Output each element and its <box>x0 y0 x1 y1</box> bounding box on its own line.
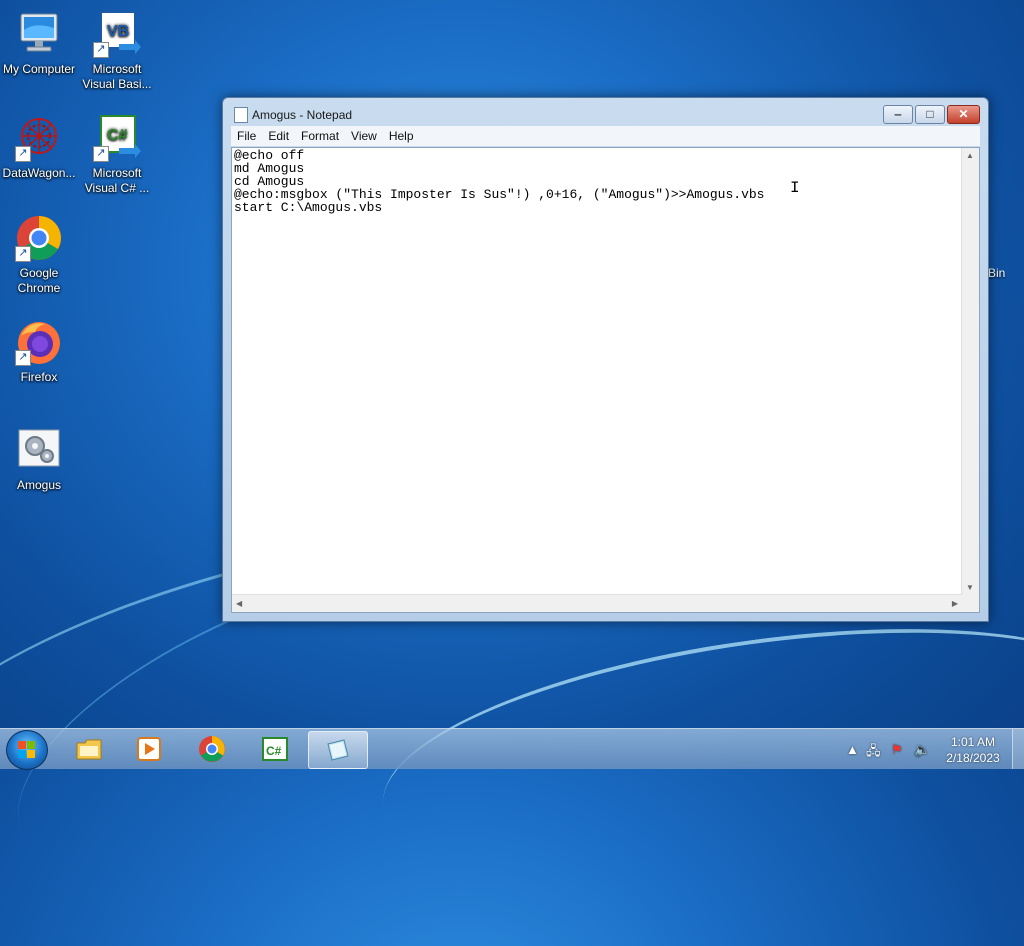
close-icon: ✕ <box>958 107 969 121</box>
desktop-icon-google-chrome[interactable]: ↗ Google Chrome <box>0 214 78 296</box>
taskbar-explorer-button[interactable] <box>60 731 118 767</box>
folder-icon <box>76 739 102 760</box>
show-desktop-button[interactable] <box>1012 729 1024 769</box>
desktop-icon-label: My Computer <box>2 62 76 76</box>
menu-edit[interactable]: Edit <box>262 126 295 146</box>
desktop-icon-label: Firefox <box>20 370 58 384</box>
window-titlebar[interactable]: Amogus - Notepad ‒ □ ✕ <box>223 98 988 128</box>
desktop-icon-visual-csharp[interactable]: C# ↗ Microsoft Visual C# ... <box>78 114 156 196</box>
start-button[interactable] <box>6 730 48 770</box>
desktop-icon-datawagon[interactable]: ↗ DataWagon... <box>0 114 78 181</box>
desktop-icon-label: Amogus <box>16 478 62 492</box>
menu-file[interactable]: File <box>231 126 262 146</box>
windows-logo-icon <box>18 741 36 759</box>
notepad-icon <box>234 107 248 123</box>
network-icon[interactable]: 🖧 <box>866 742 881 764</box>
svg-text:VB: VB <box>107 23 129 40</box>
visual-basic-icon: VB ↗ <box>93 10 141 58</box>
desktop-icon-label: Microsoft Visual Basi... <box>82 62 152 91</box>
svg-text:C#: C# <box>107 127 128 144</box>
scrollbar-corner <box>962 595 979 612</box>
batch-file-icon <box>15 426 63 474</box>
firefox-icon: ↗ <box>15 318 63 366</box>
shortcut-arrow-icon: ↗ <box>15 146 31 162</box>
chrome-icon: ↗ <box>15 214 63 262</box>
menu-help[interactable]: Help <box>383 126 420 146</box>
menu-bar: File Edit Format View Help <box>231 126 980 146</box>
desktop-icon-firefox[interactable]: ↗ Firefox <box>0 318 78 385</box>
minimize-icon: ‒ <box>894 107 902 121</box>
show-hidden-icons-icon[interactable]: ▲ <box>846 742 859 757</box>
taskbar-media-player-button[interactable] <box>120 731 178 767</box>
minimize-button[interactable]: ‒ <box>883 105 913 124</box>
horizontal-scrollbar[interactable]: ◀ ▶ <box>232 594 962 612</box>
shortcut-arrow-icon: ↗ <box>15 246 31 262</box>
maximize-button[interactable]: □ <box>915 105 945 124</box>
scroll-left-icon[interactable]: ◀ <box>236 599 242 608</box>
volume-icon[interactable]: 🔈 <box>914 742 930 758</box>
scroll-down-icon[interactable]: ▼ <box>966 583 974 592</box>
desktop-icon-label: Microsoft Visual C# ... <box>84 166 150 195</box>
datawagon-icon: ↗ <box>15 114 63 162</box>
shortcut-arrow-icon: ↗ <box>93 42 109 58</box>
taskbar-visual-csharp-button[interactable]: C# <box>246 731 304 767</box>
taskbar-notepad-button[interactable] <box>308 731 368 769</box>
desktop-icon-label: DataWagon... <box>2 166 76 180</box>
desktop-icon-amogus[interactable]: Amogus <box>0 426 78 493</box>
computer-icon <box>15 10 63 58</box>
action-center-icon[interactable]: ⚑ <box>891 742 903 758</box>
clock-time: 1:01 AM <box>950 735 996 749</box>
svg-text:C#: C# <box>266 744 282 758</box>
visual-csharp-icon: C# <box>262 737 288 761</box>
notepad-icon <box>327 739 349 761</box>
scroll-right-icon[interactable]: ▶ <box>952 599 958 608</box>
close-button[interactable]: ✕ <box>947 105 980 124</box>
clock-date: 2/18/2023 <box>946 751 1000 765</box>
shortcut-arrow-icon: ↗ <box>15 350 31 366</box>
notepad-window[interactable]: Amogus - Notepad ‒ □ ✕ File Edit Format Vie… <box>222 97 989 622</box>
editor-area[interactable]: @echo off md Amogus cd Amogus @echo:msgb… <box>231 147 980 613</box>
scroll-up-icon[interactable]: ▲ <box>966 151 974 160</box>
vertical-scrollbar[interactable]: ▲ ▼ <box>961 148 979 595</box>
desktop-icon-my-computer[interactable]: My Computer <box>0 10 78 77</box>
maximize-icon: □ <box>926 107 934 121</box>
menu-view[interactable]: View <box>345 126 383 146</box>
desktop-icon-visual-basic[interactable]: VB ↗ Microsoft Visual Basi... <box>78 10 156 92</box>
media-player-icon <box>137 737 161 761</box>
text-content[interactable]: @echo off md Amogus cd Amogus @echo:msgb… <box>232 148 962 595</box>
taskbar-chrome-button[interactable] <box>183 731 241 767</box>
menu-format[interactable]: Format <box>295 126 345 146</box>
shortcut-arrow-icon: ↗ <box>93 146 109 162</box>
recycle-bin-label[interactable]: Bin <box>988 266 1005 280</box>
chrome-icon <box>199 736 225 762</box>
clock[interactable]: 1:01 AM 2/18/2023 <box>941 734 1005 766</box>
window-title: Amogus - Notepad <box>252 108 353 122</box>
text-cursor-icon: I <box>790 179 800 197</box>
visual-csharp-icon: C# ↗ <box>93 114 141 162</box>
taskbar: C# ▲ 🖧 ⚑ 🔈 1:01 AM 2/18/2023 <box>0 728 1024 770</box>
desktop-icon-label: Google Chrome <box>17 266 61 295</box>
